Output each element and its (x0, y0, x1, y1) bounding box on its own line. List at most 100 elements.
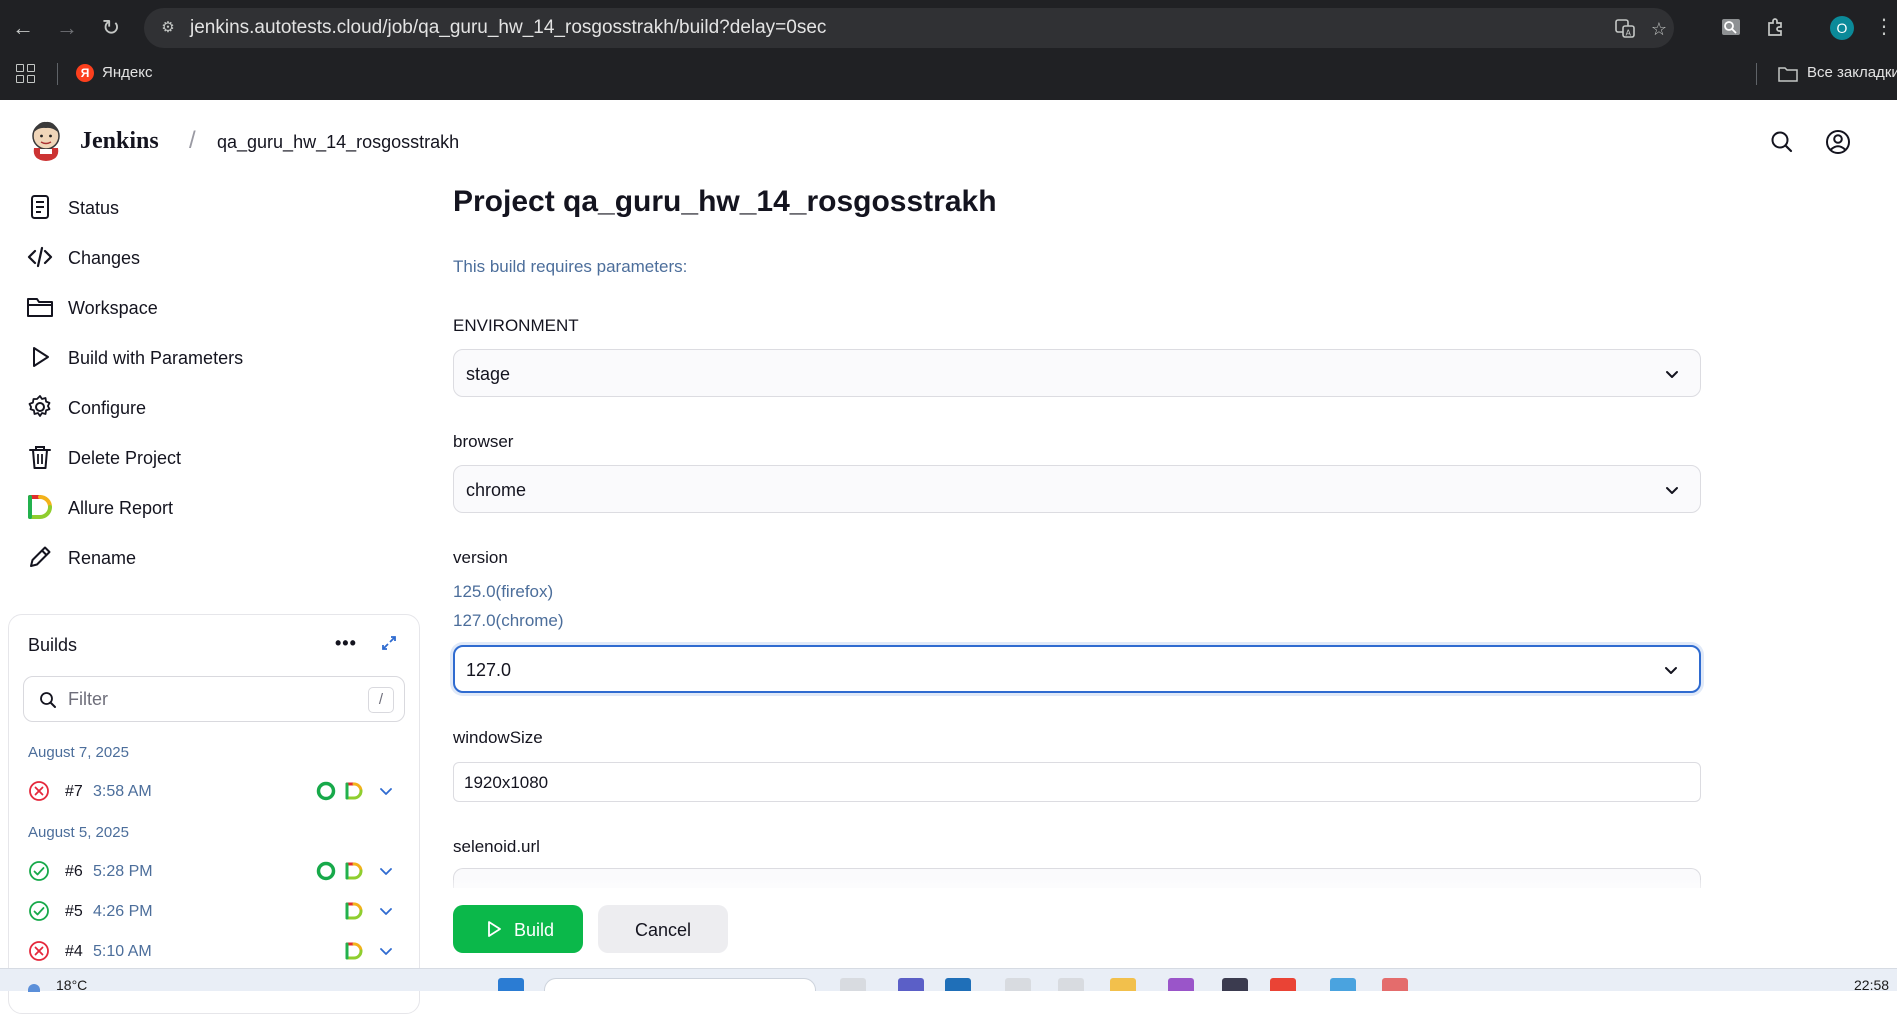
window-size-input[interactable] (462, 771, 1662, 795)
outlook-icon[interactable] (945, 978, 971, 991)
allure-icon (26, 493, 54, 521)
builds-more-icon[interactable]: ••• (335, 632, 357, 654)
jenkins-brand[interactable]: Jenkins (80, 127, 159, 155)
build-number[interactable]: #5 (65, 903, 83, 921)
build-row[interactable]: #6 5:28 PM (23, 855, 403, 887)
environment-selected-value: stage (466, 364, 511, 384)
build-row[interactable]: #4 5:10 AM (23, 935, 403, 967)
sidebar-item-changes[interactable]: Changes (26, 240, 406, 274)
profile-avatar[interactable]: O (1830, 16, 1854, 40)
cancel-button[interactable]: Cancel (598, 905, 728, 953)
folder-icon (26, 293, 54, 321)
browser-select[interactable]: chrome (453, 465, 1701, 513)
site-settings-icon[interactable]: ⚙ (158, 18, 178, 38)
build-row[interactable]: #7 3:58 AM (23, 775, 403, 807)
play-icon (26, 343, 54, 371)
build-date-label: August 7, 2025 (28, 744, 129, 761)
sidebar-item-rename[interactable]: Rename (26, 540, 406, 574)
extensions-puzzle-icon[interactable] (1763, 15, 1789, 41)
bookmarks-bar (0, 56, 1897, 100)
sidebar-item-status[interactable]: Status (26, 190, 406, 224)
sidebar-item-allure-report[interactable]: Allure Report (26, 490, 406, 524)
file-explorer-icon[interactable] (1110, 978, 1136, 991)
folder-icon[interactable] (1778, 66, 1798, 82)
chevron-down-icon[interactable] (376, 901, 396, 921)
back-arrow-icon[interactable]: ← (8, 13, 38, 43)
build-number[interactable]: #6 (65, 863, 83, 881)
build-time[interactable]: 4:26 PM (93, 903, 153, 921)
build-time[interactable]: 3:58 AM (93, 783, 152, 801)
allure-icon[interactable] (343, 860, 365, 882)
taskbar-app-icon[interactable] (1005, 978, 1031, 991)
pencil-icon (26, 543, 54, 571)
allure-icon[interactable] (343, 940, 365, 962)
yandex-icon[interactable]: Я (76, 64, 94, 82)
param-label-environment: ENVIRONMENT (453, 316, 579, 335)
screenshot-extension-icon[interactable] (1718, 15, 1744, 41)
page-subtitle: This build requires parameters: (453, 257, 688, 276)
chevron-down-icon[interactable] (376, 781, 396, 801)
sticky-footer-fade (420, 880, 1897, 900)
window-size-field[interactable] (453, 762, 1701, 802)
intellij-icon[interactable] (1222, 978, 1248, 991)
test-results-icon[interactable] (315, 860, 337, 882)
sidebar-item-build-with-parameters[interactable]: Build with Parameters (26, 340, 406, 374)
play-icon (485, 920, 503, 938)
sidebar-item-label: Changes (68, 248, 141, 268)
taskbar-clock[interactable]: 22:58 (1854, 978, 1889, 992)
taskbar-app-icon[interactable] (1382, 978, 1408, 991)
windows-start-icon[interactable] (498, 978, 524, 991)
taskbar-app-icon[interactable] (840, 978, 866, 991)
browser-menu-icon[interactable]: ⋮ (1874, 14, 1894, 40)
address-bar-row: ← → ↻ ⚙ jenkins.autotests.cloud/job/qa_g… (0, 0, 1897, 56)
sidebar-item-workspace[interactable]: Workspace (26, 290, 406, 324)
param-label-browser: browser (453, 432, 514, 451)
bookmark-star-icon[interactable]: ☆ (1648, 18, 1670, 40)
test-results-icon[interactable] (315, 780, 337, 802)
browser-selected-value: chrome (466, 480, 527, 500)
builds-filter[interactable]: / (23, 676, 405, 722)
apps-grid-icon[interactable] (16, 64, 38, 86)
version-select[interactable]: 127.0 (453, 645, 1701, 693)
trash-icon (26, 443, 54, 471)
param-label-version: version (453, 548, 508, 567)
sidebar-item-label: Workspace (68, 298, 158, 318)
taskbar-search[interactable] (544, 978, 816, 991)
chevron-down-icon[interactable] (376, 861, 396, 881)
jenkins-logo[interactable] (28, 118, 64, 162)
url-text[interactable]: jenkins.autotests.cloud/job/qa_guru_hw_1… (190, 17, 826, 39)
forward-arrow-icon[interactable]: → (52, 13, 82, 43)
build-button[interactable]: Build (453, 905, 583, 953)
expand-icon[interactable] (380, 634, 398, 652)
build-number[interactable]: #7 (65, 783, 83, 801)
build-row[interactable]: #5 4:26 PM (23, 895, 403, 927)
allure-icon[interactable] (343, 780, 365, 802)
teams-icon[interactable] (898, 978, 924, 991)
search-icon[interactable] (1768, 128, 1796, 156)
calendar-icon[interactable] (1330, 978, 1356, 991)
success-status-icon (28, 860, 50, 882)
taskbar-app-icon[interactable] (1058, 978, 1084, 991)
sidebar-item-configure[interactable]: Configure (26, 390, 406, 424)
version-description: 125.0(firefox) (453, 582, 554, 601)
chevron-down-icon[interactable] (376, 941, 396, 961)
environment-select[interactable]: stage (453, 349, 1701, 397)
visual-studio-icon[interactable] (1168, 978, 1194, 991)
chevron-down-icon (1664, 366, 1680, 382)
build-time[interactable]: 5:10 AM (93, 943, 152, 961)
breadcrumb-project[interactable]: qa_guru_hw_14_rosgosstrakh (217, 131, 459, 153)
sidebar-item-delete-project[interactable]: Delete Project (26, 440, 406, 474)
bookmark-yandex[interactable]: Яндекс (102, 64, 152, 82)
chrome-icon[interactable] (1270, 978, 1296, 991)
translate-icon[interactable]: A (1614, 18, 1636, 40)
taskbar-weather[interactable]: 18°C (56, 978, 87, 992)
build-time[interactable]: 5:28 PM (93, 863, 153, 881)
omnibox[interactable]: ⚙ jenkins.autotests.cloud/job/qa_guru_hw… (144, 8, 1674, 48)
user-account-icon[interactable] (1824, 128, 1852, 156)
all-bookmarks-link[interactable]: Все закладки (1807, 64, 1897, 82)
reload-icon[interactable]: ↻ (96, 13, 126, 43)
build-number[interactable]: #4 (65, 943, 83, 961)
builds-title: Builds (28, 635, 78, 655)
builds-filter-input[interactable] (66, 685, 346, 713)
allure-icon[interactable] (343, 900, 365, 922)
